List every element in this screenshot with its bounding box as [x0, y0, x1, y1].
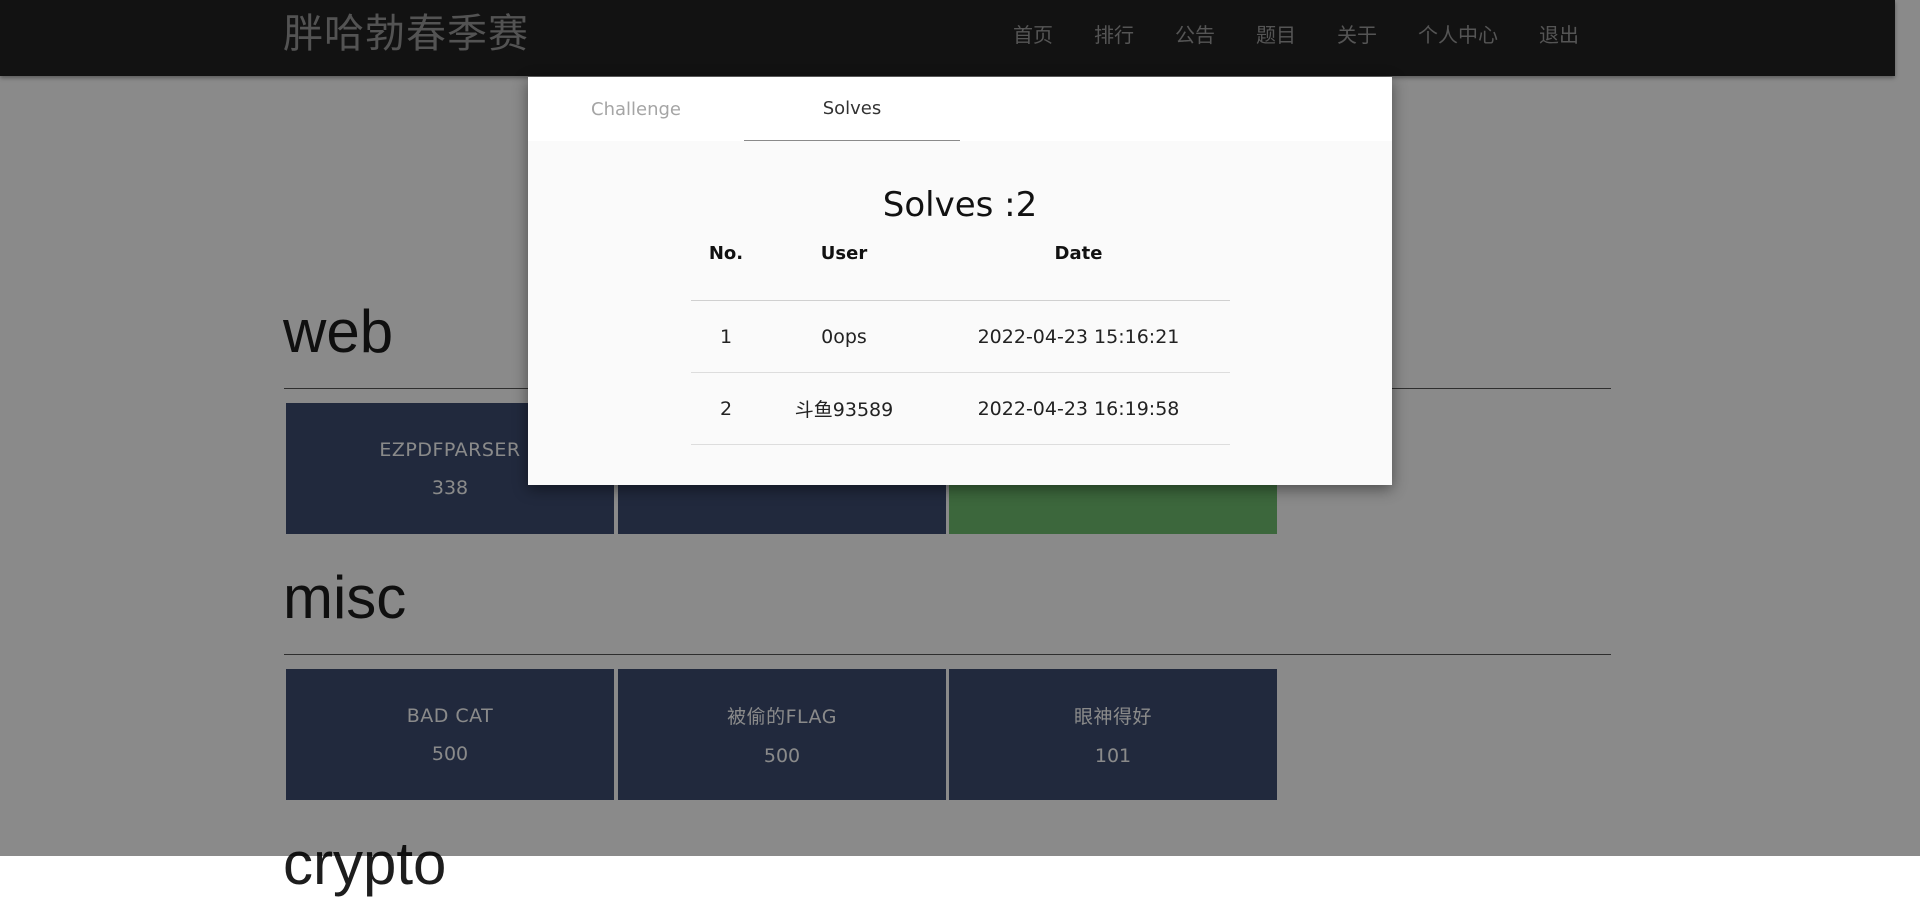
tab-challenge[interactable]: Challenge	[528, 77, 744, 141]
solve-number: 1	[719, 325, 733, 348]
solve-date: 2022-04-23 15:16:21	[977, 325, 1180, 348]
table-row: 2 斗鱼93589 2022-04-23 16:19:58	[691, 373, 1230, 445]
column-header-date: Date	[1054, 243, 1103, 264]
solve-user: 0ops	[821, 325, 867, 348]
table-row: 1 0ops 2022-04-23 15:16:21	[691, 301, 1230, 373]
challenge-modal: Challenge Solves Solves :2 No. User Date…	[528, 77, 1392, 485]
solve-number: 2	[719, 397, 733, 420]
column-header-no: No.	[708, 243, 744, 264]
modal-tabs: Challenge Solves	[528, 77, 1392, 141]
table-header-row: No. User Date	[691, 243, 1230, 301]
column-header-user: User	[820, 243, 868, 264]
solves-table: No. User Date 1 0ops 2022-04-23 15:16:21…	[691, 243, 1230, 445]
solve-date: 2022-04-23 16:19:58	[977, 397, 1180, 420]
solve-user: 斗鱼93589	[794, 399, 894, 421]
solves-count-title: Solves :2	[882, 185, 1038, 225]
tab-solves[interactable]: Solves	[744, 77, 960, 141]
